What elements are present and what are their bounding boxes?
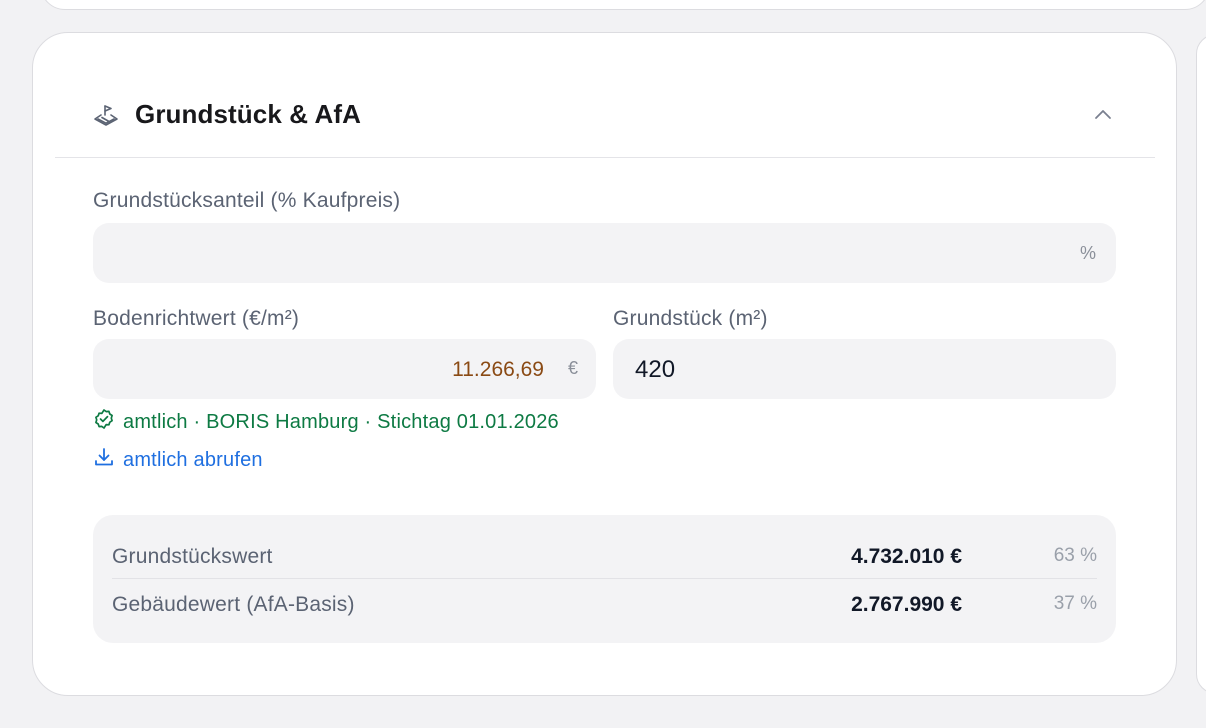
building-value-row-label: Gebäudewert (AfA-Basis) xyxy=(112,593,355,616)
summary-row-building-value: Gebäudewert (AfA-Basis) 2.767.990 € 37 % xyxy=(112,587,1097,627)
collapse-button[interactable] xyxy=(1090,103,1116,129)
land-value-value: 11.266,69 xyxy=(452,358,544,381)
plot-size-label: Grundstück (m²) xyxy=(613,307,768,330)
fetch-official-label: amtlich abrufen xyxy=(123,448,263,471)
land-value-row-label: Grundstückswert xyxy=(112,545,273,568)
land-value-row-amount: 4.732.010 € xyxy=(851,545,962,568)
building-value-row-percent: 37 % xyxy=(1053,593,1097,614)
summary-row-land-value: Grundstückswert 4.732.010 € 63 % xyxy=(112,539,1097,579)
page: Grundstück & AfA Grundstücksanteil (% Ka… xyxy=(0,0,1206,728)
official-status: amtlich · BORIS Hamburg · Stichtag 01.01… xyxy=(93,408,559,436)
chevron-up-icon xyxy=(1093,107,1113,125)
previous-card xyxy=(40,0,1206,10)
fetch-official-link[interactable]: amtlich abrufen xyxy=(93,448,263,472)
euro-suffix: € xyxy=(567,358,578,378)
land-value-input[interactable]: 11.266,69 € xyxy=(93,339,596,399)
card-title: Grundstück & AfA xyxy=(135,99,361,129)
download-icon xyxy=(93,446,115,474)
land-afa-card: Grundstück & AfA Grundstücksanteil (% Ka… xyxy=(32,32,1177,696)
check-circle-icon xyxy=(93,408,115,436)
adjacent-card xyxy=(1196,34,1206,694)
building-value-row-amount: 2.767.990 € xyxy=(851,593,962,616)
plot-size-input[interactable]: 420 xyxy=(613,339,1116,399)
land-plot-icon xyxy=(93,103,119,129)
plot-size-value: 420 xyxy=(635,356,676,383)
land-share-label: Grundstücksanteil (% Kaufpreis) xyxy=(93,189,401,212)
land-value-label: Bodenrichtwert (€/m²) xyxy=(93,307,300,330)
official-status-text: amtlich · BORIS Hamburg · Stichtag 01.01… xyxy=(123,410,559,433)
value-summary: Grundstückswert 4.732.010 € 63 % Gebäude… xyxy=(93,515,1116,643)
land-value-row-percent: 63 % xyxy=(1053,545,1097,566)
percent-suffix: % xyxy=(1079,243,1096,263)
card-header[interactable]: Grundstück & AfA xyxy=(55,33,1155,158)
land-share-input[interactable]: % xyxy=(93,223,1116,283)
